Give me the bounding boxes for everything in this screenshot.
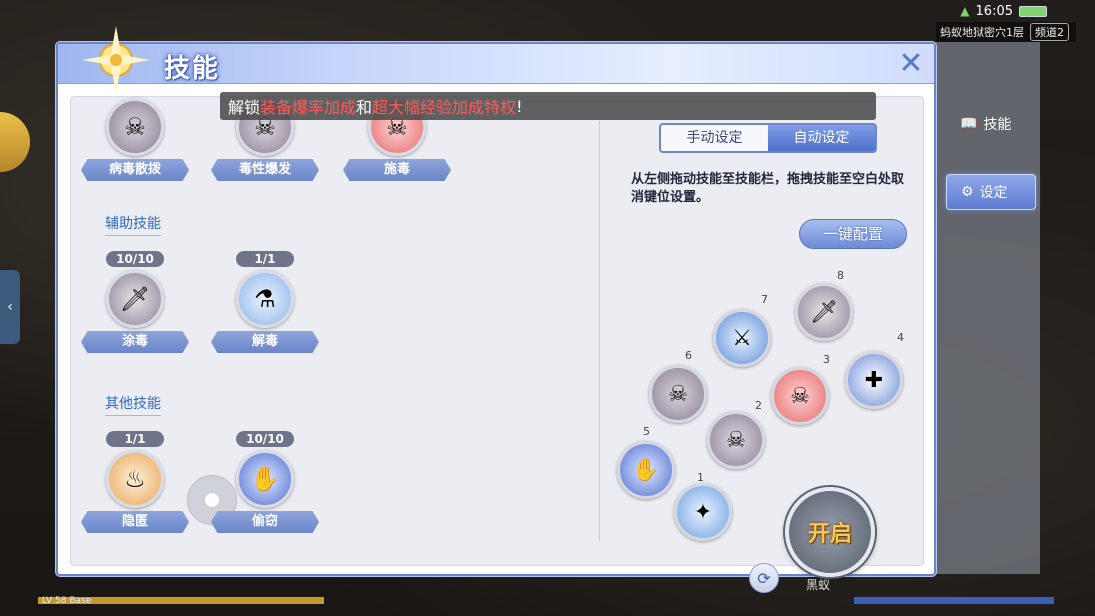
skill-slot-6[interactable]: ☠: [649, 365, 707, 423]
skills-panel: 技能 ✕ ☠ 病毒散拨 ☠ 毒性爆发 ☠ 施毒 辅助技能 10/10 🗡 涂毒 …: [56, 26, 936, 593]
skill-name: 偷窃: [211, 511, 319, 533]
mode-toggle[interactable]: 手动设定 自动设定: [659, 123, 877, 153]
battery-icon: [1019, 5, 1047, 17]
level-label: LV 58 Base: [42, 596, 92, 606]
notice-suffix: !: [516, 96, 523, 116]
clock: 16:05: [975, 3, 1013, 19]
one-key-config-button[interactable]: 一键配置: [799, 219, 907, 249]
skill-name: 毒性爆发: [211, 159, 319, 181]
exp-bar: LV 58 Base: [38, 596, 1058, 606]
poison-dagger-icon: 🗡: [106, 270, 164, 328]
panel-body: ☠ 病毒散拨 ☠ 毒性爆发 ☠ 施毒 辅助技能 10/10 🗡 涂毒 1/1 ⚗…: [70, 96, 924, 593]
skill-slot-5[interactable]: ✋: [617, 441, 675, 499]
auto-start-button[interactable]: 开启: [785, 487, 875, 577]
refresh-icon[interactable]: ⟳: [749, 563, 779, 593]
book-icon: 📖: [960, 116, 978, 132]
map-location[interactable]: 蚂蚁地狱密穴1层 频道2: [936, 22, 1076, 42]
skill-level: 10/10: [106, 251, 164, 267]
slot-number: 4: [897, 331, 904, 344]
skill-slot-1[interactable]: ✦: [674, 483, 732, 541]
skill-slot-7[interactable]: ⚔: [713, 309, 771, 367]
skill-card[interactable]: 1/1 ⚗ 解毒: [211, 251, 323, 353]
skill-card[interactable]: ☠ 病毒散拨: [81, 79, 193, 181]
side-tab-settings[interactable]: ⚙ 设定: [946, 174, 1036, 210]
mode-manual-button[interactable]: 手动设定: [661, 125, 768, 151]
slot-number: 7: [761, 293, 768, 306]
status-bar: ▲ 16:05: [936, 0, 1095, 22]
antidote-flask-icon: ⚗: [236, 270, 294, 328]
mode-auto-button[interactable]: 自动设定: [768, 125, 875, 151]
skill-name: 涂毒: [81, 331, 189, 353]
job-exp-fill: [854, 597, 1054, 604]
skill-card[interactable]: 10/10 🗡 涂毒: [81, 251, 193, 353]
section-title-other: 其他技能: [105, 393, 161, 416]
skill-name: 隐匿: [81, 511, 189, 533]
unlock-notice-banner[interactable]: 解锁 装备爆率加成 和 超大幅经验加成特权 !: [220, 92, 876, 120]
skill-name: 解毒: [211, 331, 319, 353]
map-name: 蚂蚁地狱密穴1层: [940, 26, 1024, 39]
slot-number: 3: [823, 353, 830, 366]
section-title-support: 辅助技能: [105, 213, 161, 236]
skill-name: 施毒: [343, 159, 451, 181]
skill-name: 病毒散拨: [81, 159, 189, 181]
skill-slot-2[interactable]: ☠: [707, 411, 765, 469]
side-tab-settings-label: 设定: [979, 185, 1008, 201]
skill-level: 1/1: [106, 431, 164, 447]
gear-icon: ⚙: [961, 184, 974, 200]
notice-prefix: 解锁: [228, 98, 261, 117]
slot-number: 5: [643, 425, 650, 438]
steal-hand-icon: ✋: [236, 450, 294, 508]
skill-level: 1/1: [236, 251, 294, 267]
notice-highlight-exp: 超大幅经验加成特权: [372, 98, 517, 117]
side-tab-skills-label: 技能: [983, 117, 1012, 133]
notice-highlight-drop: 装备爆率加成: [260, 98, 357, 117]
slot-number: 8: [837, 269, 844, 282]
skill-slot-3[interactable]: ☠: [771, 367, 829, 425]
skill-card[interactable]: 1/1 ♨ 隐匿: [81, 431, 193, 533]
close-icon[interactable]: ✕: [894, 46, 928, 81]
panel-header: 技能 ✕: [58, 26, 934, 92]
skill-slot-8[interactable]: 🗡: [795, 283, 853, 341]
slot-number: 2: [755, 399, 762, 412]
side-tab-skills[interactable]: 📖 技能: [946, 106, 1036, 142]
hide-icon: ♨: [106, 450, 164, 508]
column-divider: [599, 121, 600, 541]
wifi-icon: ▲: [960, 4, 970, 18]
notice-mid: 和: [356, 98, 373, 117]
instructions-text: 从左侧拖动技能至技能栏，拖拽技能至空白处取消键位设置。: [631, 172, 905, 205]
skill-slot-4-empty[interactable]: ✚: [845, 351, 903, 409]
skill-card[interactable]: 10/10 ✋ 偷窃: [211, 431, 323, 533]
slot-number: 6: [685, 349, 692, 362]
skill-level: 10/10: [236, 431, 294, 447]
collapse-arrow-icon[interactable]: ‹: [0, 270, 20, 344]
skull-icon: ☠: [106, 98, 164, 156]
channel-selector[interactable]: 频道2: [1030, 23, 1069, 41]
target-name: 黑蚁: [806, 578, 831, 592]
